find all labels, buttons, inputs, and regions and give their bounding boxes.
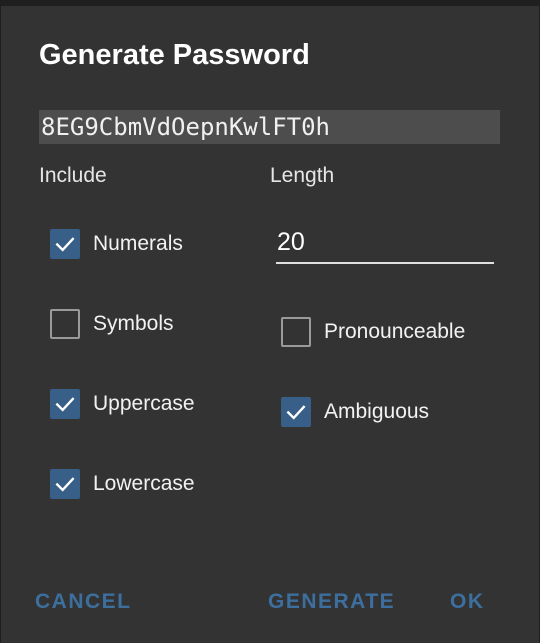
ok-button[interactable]: OK [450,590,485,614]
numerals-checkbox-box[interactable] [50,229,80,259]
ambiguous-checkbox[interactable]: Ambiguous [281,395,429,429]
length-input[interactable]: 20 [276,224,494,264]
generate-button[interactable]: GENERATE [268,590,395,614]
uppercase-checkbox[interactable]: Uppercase [50,387,195,421]
include-label: Include [39,164,107,187]
uppercase-checkbox-box[interactable] [50,389,80,419]
symbols-label: Symbols [93,312,174,335]
uppercase-label: Uppercase [93,392,195,415]
pronounceable-label: Pronounceable [324,320,466,343]
generate-password-dialog: Generate Password 8EG9CbmVdOepnKwlFT0h I… [1,6,539,643]
symbols-checkbox-box[interactable] [50,309,80,339]
pronounceable-checkbox-box[interactable] [281,317,311,347]
generated-password-field[interactable]: 8EG9CbmVdOepnKwlFT0h [39,110,500,144]
checkmark-icon [55,237,75,252]
pronounceable-checkbox[interactable]: Pronounceable [281,315,465,349]
lowercase-checkbox[interactable]: Lowercase [50,467,195,501]
lowercase-checkbox-box[interactable] [50,469,80,499]
symbols-checkbox[interactable]: Symbols [50,307,174,341]
length-label: Length [270,164,335,187]
checkmark-icon [55,477,75,492]
numerals-checkbox[interactable]: Numerals [50,227,183,261]
lowercase-label: Lowercase [93,472,195,495]
checkmark-icon [55,397,75,412]
ambiguous-label: Ambiguous [324,400,430,423]
cancel-button[interactable]: CANCEL [35,590,132,614]
checkmark-icon [286,405,306,420]
numerals-label: Numerals [93,232,183,255]
dialog-title: Generate Password [39,39,310,71]
ambiguous-checkbox-box[interactable] [281,397,311,427]
